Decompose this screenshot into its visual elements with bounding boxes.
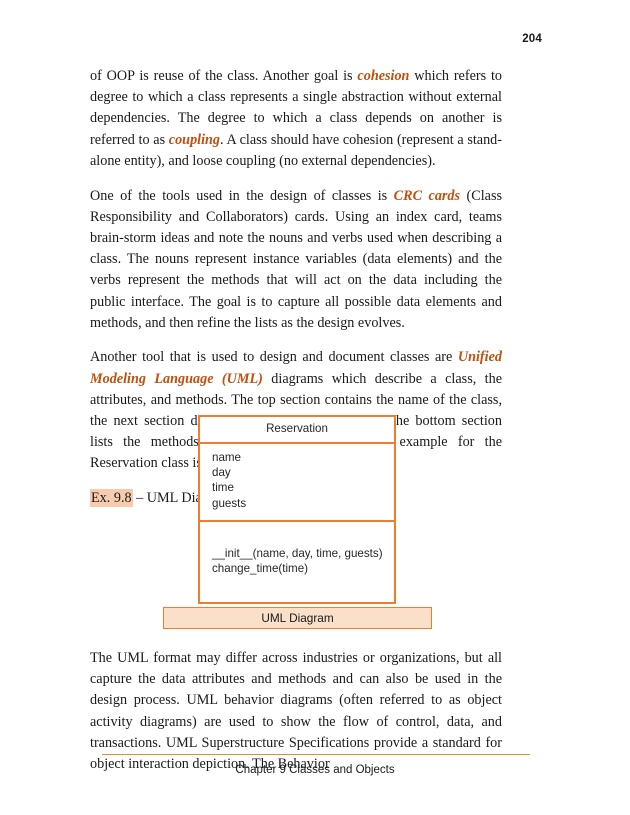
uml-attribute: day (212, 466, 231, 480)
paragraph-text-segment: of OOP is reuse of the class. Another go… (90, 68, 358, 84)
paragraph-text-segment: One of the tools used in the design of c… (90, 187, 394, 204)
uml-methods-section: __init__(name, day, time, guests) change… (200, 522, 394, 602)
uml-attributes-section: name day time guests (200, 444, 394, 522)
example-number-highlight: Ex. 9.8 (90, 489, 133, 508)
closing-content: The UML format may differ across industr… (90, 648, 502, 775)
uml-class-box: Reservation name day time guests __init_… (198, 415, 396, 605)
footer-chapter-label: Chapter 9 Classes and Objects (235, 764, 395, 776)
uml-attribute: guests (212, 496, 247, 510)
term-coupling: coupling (168, 131, 221, 148)
term-cohesion: cohesion (357, 68, 410, 84)
uml-method: change_time(time) (212, 562, 309, 576)
uml-method: __init__(name, day, time, guests) (212, 546, 383, 560)
footer-divider (102, 754, 530, 756)
uml-attribute: time (212, 481, 234, 495)
figure-caption-box: UML Diagram (163, 607, 432, 629)
uml-class-diagram: Reservation name day time guests __init_… (198, 415, 396, 605)
paragraph-cohesion-coupling: of OOP is reuse of the class. Another go… (90, 66, 502, 172)
page-number: 204 (522, 33, 542, 45)
paragraph-crc-cards: One of the tools used in the design of c… (90, 186, 502, 334)
document-page: 204 of OOP is reuse of the class. Anothe… (0, 0, 630, 815)
term-crc-cards: CRC cards (393, 187, 461, 204)
paragraph-text-segment: (Class Responsibility and Collaborators)… (90, 187, 502, 331)
paragraph-uml-format: The UML format may differ across industr… (90, 650, 502, 773)
uml-attribute: name (212, 451, 242, 464)
paragraph-text-segment: Another tool that is used to design and … (90, 349, 458, 366)
uml-class-name: Reservation (200, 417, 394, 444)
figure-caption-label: UML Diagram (261, 611, 334, 625)
